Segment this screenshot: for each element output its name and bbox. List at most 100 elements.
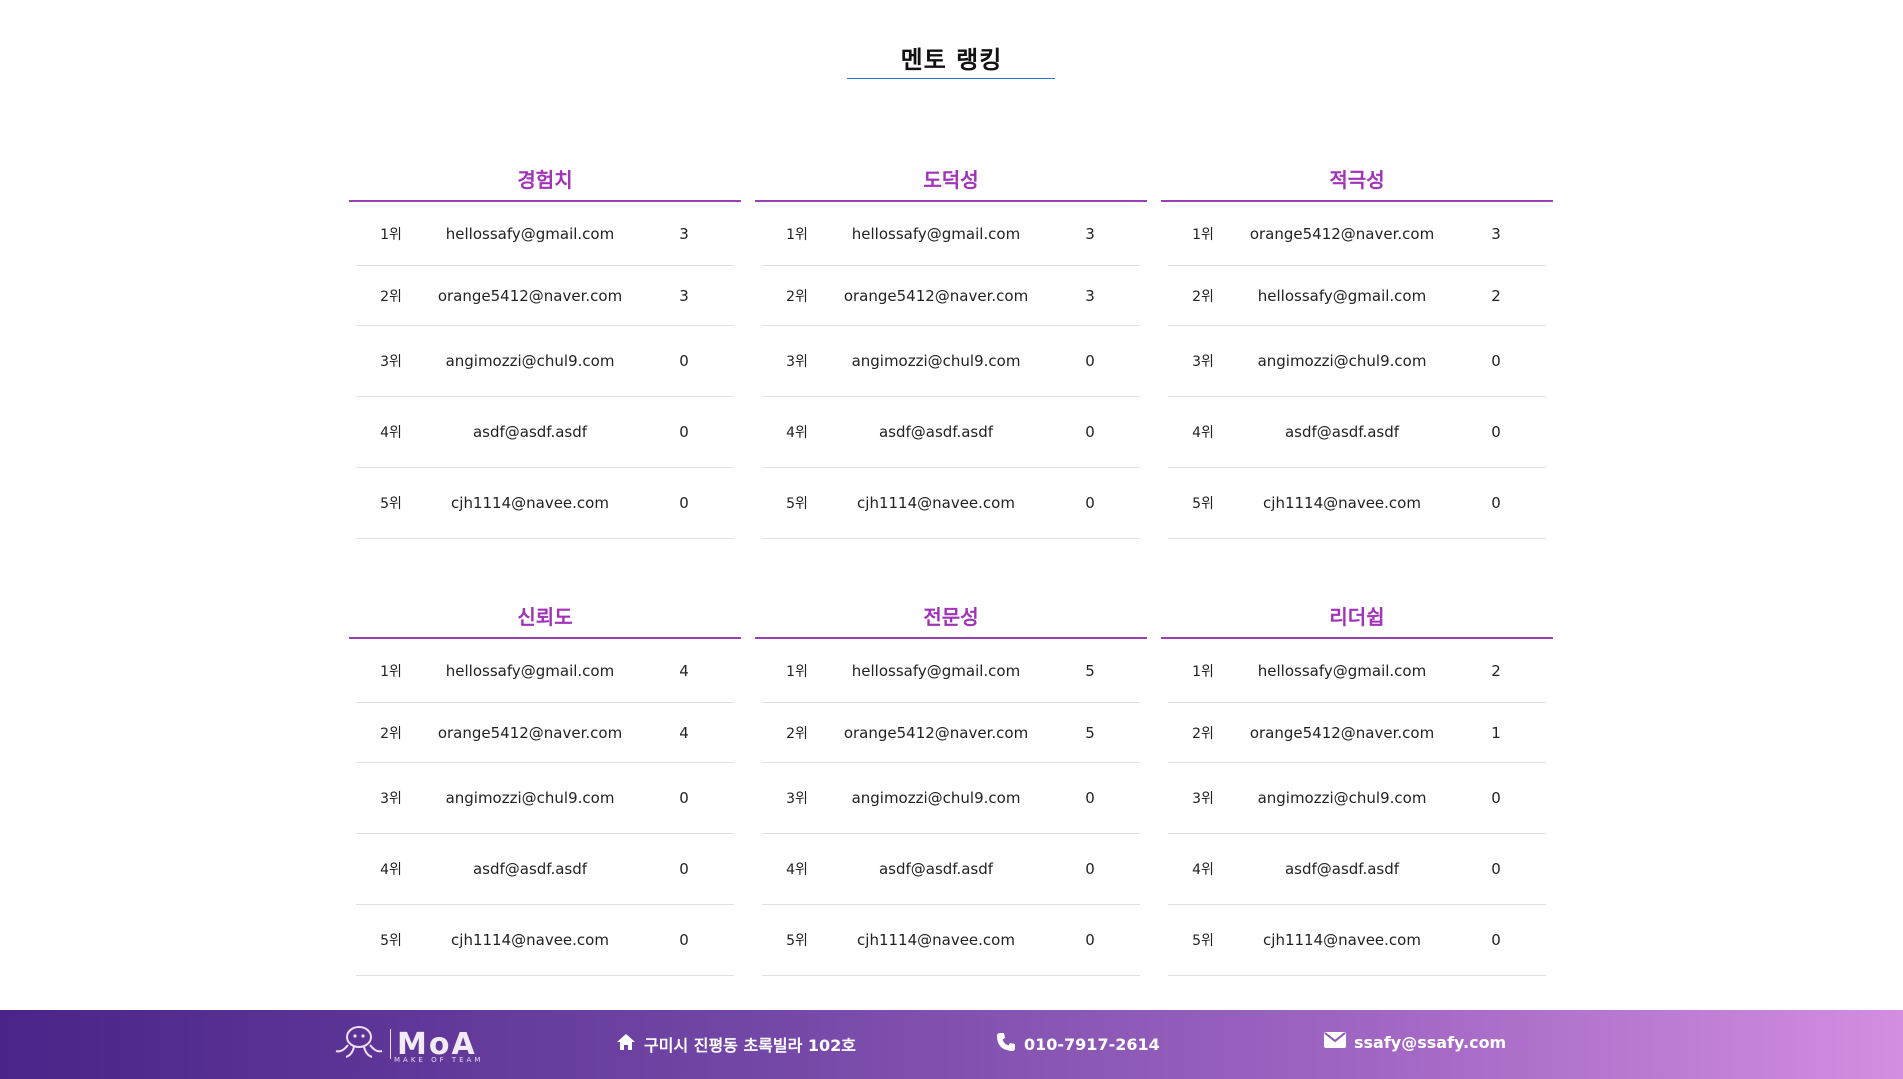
rank-label: 4위	[1192, 862, 1214, 878]
logo-divider	[390, 1029, 391, 1059]
ranking-row: 3위 angimozzi@chul9.com 0	[1168, 326, 1546, 397]
score-value: 0	[679, 860, 689, 878]
ranking-row: 3위 angimozzi@chul9.com 0	[762, 326, 1140, 397]
ranking-list: 1위 hellossafy@gmail.com 4 2위 orange5412@nave…	[349, 639, 741, 976]
mentor-email: cjh1114@navee.com	[451, 494, 609, 512]
rank-label: 3위	[1192, 791, 1214, 807]
mentor-email: asdf@asdf.asdf	[472, 423, 588, 441]
octopus-logo-icon	[334, 1025, 384, 1063]
rank-label: 2위	[380, 288, 402, 305]
mail-icon	[1324, 1032, 1346, 1052]
ranking-row: 3위 angimozzi@chul9.com 0	[1168, 763, 1546, 834]
footer-address: 구미시 진평동 초록빌라 102호	[616, 1032, 856, 1056]
score-value: 4	[679, 661, 689, 680]
card-title: 리더쉽	[1329, 605, 1385, 629]
score-value: 0	[679, 352, 689, 370]
mentor-email: cjh1114@navee.com	[1263, 494, 1421, 512]
mentor-email: hellossafy@gmail.com	[851, 224, 1021, 243]
mentor-email: hellossafy@gmail.com	[445, 224, 615, 243]
mentor-email: orange5412@naver.com	[843, 286, 1029, 305]
ranking-row: 3위 angimozzi@chul9.com 0	[762, 763, 1140, 834]
phone-text: 010-7917-2614	[1024, 1034, 1160, 1054]
score-value: 0	[1491, 931, 1501, 949]
mentor-email: asdf@asdf.asdf	[472, 860, 588, 878]
score-value: 0	[1491, 352, 1501, 370]
rank-label: 2위	[786, 725, 808, 742]
ranking-card: 경험치 1위 hellossafy@gmail.com 3 2위 orange5412@n…	[349, 160, 741, 539]
rank-label: 1위	[786, 226, 808, 243]
rank-label: 1위	[786, 663, 808, 680]
score-value: 3	[1491, 224, 1501, 243]
ranking-row: 5위 cjh1114@navee.com 0	[762, 468, 1140, 539]
score-value: 0	[1491, 789, 1501, 807]
score-value: 1	[1491, 723, 1501, 742]
ranking-row: 1위 hellossafy@gmail.com 2	[1168, 639, 1546, 703]
mentor-email: asdf@asdf.asdf	[1284, 423, 1400, 441]
rank-label: 5위	[786, 496, 808, 512]
score-value: 3	[679, 224, 689, 243]
ranking-card: 전문성 1위 hellossafy@gmail.com 5 2위 orange5412@n…	[755, 597, 1147, 976]
rank-label: 4위	[380, 425, 402, 441]
address-text: 구미시 진평동 초록빌라 102호	[644, 1036, 857, 1055]
rank-label: 5위	[1192, 933, 1214, 949]
ranking-row: 4위 asdf@asdf.asdf 0	[1168, 397, 1546, 468]
card-title: 도덕성	[923, 168, 979, 192]
ranking-row: 2위 hellossafy@gmail.com 2	[1168, 266, 1546, 326]
card-title: 경험치	[517, 168, 573, 192]
ranking-card: 리더쉽 1위 hellossafy@gmail.com 2 2위 orange5412@n…	[1161, 597, 1553, 976]
rank-label: 2위	[1192, 725, 1214, 742]
ranking-list: 1위 orange5412@naver.com 3 2위 hellossafy@gmai…	[1161, 202, 1553, 539]
logo[interactable]: MoA MAKE OF TEAM	[334, 1024, 480, 1064]
ranking-row: 3위 angimozzi@chul9.com 0	[356, 326, 734, 397]
ranking-row: 3위 angimozzi@chul9.com 0	[356, 763, 734, 834]
score-value: 0	[1491, 494, 1501, 512]
score-value: 5	[1085, 723, 1095, 742]
ranking-row: 5위 cjh1114@navee.com 0	[1168, 468, 1546, 539]
ranking-list: 1위 hellossafy@gmail.com 3 2위 orange5412@nave…	[755, 202, 1147, 539]
ranking-row: 5위 cjh1114@navee.com 0	[356, 905, 734, 976]
score-value: 0	[1491, 423, 1501, 441]
score-value: 2	[1491, 661, 1501, 680]
ranking-row: 4위 asdf@asdf.asdf 0	[762, 834, 1140, 905]
ranking-row: 4위 asdf@asdf.asdf 0	[356, 397, 734, 468]
ranking-row: 2위 orange5412@naver.com 4	[356, 703, 734, 763]
ranking-list: 1위 hellossafy@gmail.com 2 2위 orange5412@nave…	[1161, 639, 1553, 976]
card-title: 신뢰도	[517, 605, 573, 629]
rank-label: 3위	[380, 791, 402, 807]
mentor-email: orange5412@naver.com	[843, 723, 1029, 742]
page-title: 멘토 랭킹	[900, 46, 1003, 74]
footer-phone: 010-7917-2614	[996, 1032, 1160, 1056]
rank-label: 3위	[1192, 354, 1214, 370]
score-value: 0	[1085, 352, 1095, 370]
mentor-email: cjh1114@navee.com	[451, 931, 609, 949]
rank-label: 5위	[786, 933, 808, 949]
card-title: 전문성	[923, 605, 979, 629]
ranking-row: 1위 hellossafy@gmail.com 4	[356, 639, 734, 703]
score-value: 0	[1085, 789, 1095, 807]
ranking-row: 5위 cjh1114@navee.com 0	[762, 905, 1140, 976]
ranking-row: 4위 asdf@asdf.asdf 0	[1168, 834, 1546, 905]
phone-icon	[996, 1032, 1016, 1056]
ranking-row: 1위 hellossafy@gmail.com 3	[356, 202, 734, 266]
score-value: 0	[1491, 860, 1501, 878]
ranking-row: 1위 hellossafy@gmail.com 5	[762, 639, 1140, 703]
ranking-row: 5위 cjh1114@navee.com 0	[1168, 905, 1546, 976]
score-value: 0	[1085, 931, 1095, 949]
score-value: 0	[679, 494, 689, 512]
score-value: 0	[1085, 860, 1095, 878]
title-underline	[847, 78, 1055, 79]
ranking-row: 1위 orange5412@naver.com 3	[1168, 202, 1546, 266]
mentor-email: hellossafy@gmail.com	[1257, 286, 1427, 305]
mentor-email: angimozzi@chul9.com	[445, 352, 615, 370]
ranking-list: 1위 hellossafy@gmail.com 5 2위 orange5412@nave…	[755, 639, 1147, 976]
ranking-grid: 경험치 1위 hellossafy@gmail.com 3 2위 orange5412@n…	[349, 160, 1553, 1010]
ranking-row: 2위 orange5412@naver.com 3	[762, 266, 1140, 326]
mentor-email: hellossafy@gmail.com	[445, 661, 615, 680]
score-value: 5	[1085, 661, 1095, 680]
ranking-list: 1위 hellossafy@gmail.com 3 2위 orange5412@nave…	[349, 202, 741, 539]
rank-label: 1위	[1192, 663, 1214, 680]
mentor-email: asdf@asdf.asdf	[1284, 860, 1400, 878]
score-value: 3	[1085, 224, 1095, 243]
mentor-email: orange5412@naver.com	[437, 286, 623, 305]
mentor-email: cjh1114@navee.com	[857, 494, 1015, 512]
